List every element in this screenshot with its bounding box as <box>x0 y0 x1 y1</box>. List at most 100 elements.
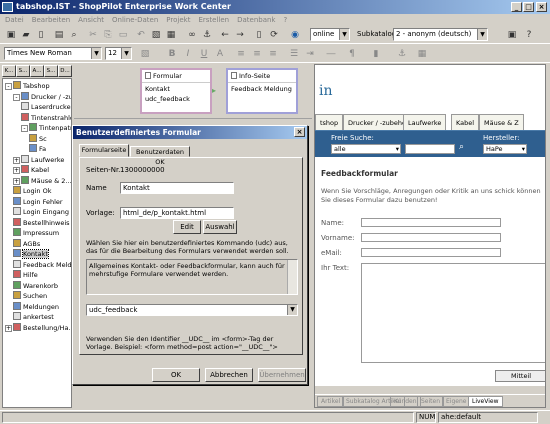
rule-icon[interactable]: ― <box>324 47 338 61</box>
preview-tab[interactable]: tshop <box>315 114 344 130</box>
vorlage-input[interactable]: html_de/p_kontakt.html <box>120 207 234 219</box>
minimize-button[interactable]: _ <box>511 2 522 12</box>
expander-icon[interactable]: + <box>13 177 20 185</box>
ok-button[interactable]: OK <box>152 368 200 382</box>
search-category-select[interactable]: alle ▾ <box>331 144 401 154</box>
tree-item[interactable]: Meldungen <box>13 301 59 312</box>
edit-button[interactable]: Edit <box>173 220 201 234</box>
expander-icon[interactable]: + <box>13 167 20 174</box>
globe-icon[interactable]: ◉ <box>288 28 302 42</box>
preview-tab[interactable]: Laufwerke <box>403 114 447 130</box>
italic-button[interactable]: I <box>181 47 195 61</box>
tree-item[interactable]: Impressum <box>13 228 59 238</box>
marker-icon[interactable]: ▮ <box>369 47 383 61</box>
tree-item[interactable]: + Kabel <box>13 165 49 175</box>
tree-item[interactable]: AGBs <box>13 238 40 249</box>
view-tab[interactable]: Seiten <box>417 396 445 407</box>
paste-icon[interactable]: ▭ <box>116 28 130 42</box>
expander-icon[interactable]: - <box>13 93 20 101</box>
tree-item[interactable]: Suchen <box>13 291 47 301</box>
table-icon[interactable]: ▦ <box>415 47 429 61</box>
tree-item[interactable]: + Bestellung/Ha... <box>5 322 71 333</box>
preview-vorname-input[interactable] <box>361 233 501 242</box>
tree-item[interactable]: Bestellhinweis <box>13 217 70 228</box>
preview-text-area[interactable] <box>361 263 545 363</box>
tree-item[interactable]: Warenkorb <box>13 280 58 291</box>
paragraph-icon[interactable]: ¶ <box>345 47 359 61</box>
view-tab[interactable]: Eigene <box>442 396 471 407</box>
tree-item[interactable]: Laserdrucker <box>21 102 71 112</box>
tree-item[interactable]: Login Eingang <box>13 207 69 217</box>
tab-formularseite[interactable]: Formularseite <box>79 144 129 157</box>
menu-item-5[interactable]: Erstellen <box>198 16 229 24</box>
save-icon[interactable]: ▣ <box>4 28 18 42</box>
new-icon[interactable]: ▯ <box>34 28 48 42</box>
view-tab[interactable]: Artikel <box>317 396 345 407</box>
anchor-icon[interactable]: ⚓ <box>200 28 214 42</box>
udc-select[interactable]: udc_feedback ▼ <box>86 304 298 316</box>
bold-button[interactable]: B <box>165 47 179 61</box>
align-left-icon[interactable]: ≡ <box>234 47 248 61</box>
tree-item[interactable]: + Laufwerke <box>13 154 64 165</box>
tree-tab-0[interactable]: K... <box>2 65 16 77</box>
cut-icon[interactable]: ✂ <box>86 28 100 42</box>
dialog-close-button[interactable]: × <box>294 127 305 137</box>
auswahl-button[interactable]: Auswahl <box>203 220 237 234</box>
menu-item-6[interactable]: Datenbank <box>237 16 275 24</box>
preview-submit-button[interactable]: Mitteil <box>495 370 545 382</box>
find-icon[interactable]: ⌕ <box>67 28 81 42</box>
close-window-button[interactable]: × <box>536 2 547 12</box>
tree-item[interactable]: Tintenstrahldrucker <box>21 112 71 123</box>
menu-item-4[interactable]: Projekt <box>166 16 190 24</box>
tree-item[interactable]: - Tintenpatronen <box>21 123 71 133</box>
preview-email-input[interactable] <box>361 248 501 257</box>
font-size-select[interactable]: 12 ▼ <box>105 47 132 60</box>
settings-icon[interactable]: ▣ <box>505 28 519 42</box>
menu-item-1[interactable]: Bearbeiten <box>32 16 70 24</box>
subkatalog-select[interactable]: 2 - anonym (deutsch) ▼ <box>393 28 488 41</box>
underline-button[interactable]: U <box>197 47 211 61</box>
link-icon[interactable]: ∞ <box>185 28 199 42</box>
indent-icon[interactable]: ⇥ <box>303 47 317 61</box>
back-icon[interactable]: ← <box>218 28 232 42</box>
menu-item-2[interactable]: Ansicht <box>78 16 104 24</box>
preview-tab[interactable]: Kabel <box>451 114 480 130</box>
flow-box-info[interactable]: Info-Seite Feedback Meldung <box>226 68 298 114</box>
menu-item-0[interactable]: Datei <box>5 16 24 24</box>
anchor-icon[interactable]: ⚓ <box>395 47 409 61</box>
refresh-icon[interactable]: ⟳ <box>267 28 281 42</box>
expander-icon[interactable]: - <box>21 125 28 132</box>
print-icon[interactable]: ▤ <box>52 28 66 42</box>
image-icon[interactable]: ▧ <box>149 28 163 42</box>
text-color-icon[interactable]: ▧ <box>138 47 152 61</box>
tree-item[interactable]: + Mäuse & 2... <box>13 175 71 186</box>
tree-item[interactable]: Login Fehler <box>13 196 63 207</box>
preview-hscrollbar[interactable] <box>315 386 545 394</box>
align-right-icon[interactable]: ≡ <box>266 47 280 61</box>
table-icon[interactable]: ▦ <box>164 28 178 42</box>
apply-button[interactable]: Übernehmen <box>258 368 306 382</box>
help-icon[interactable]: ? <box>522 28 536 42</box>
tree-tab-4[interactable]: D... <box>58 65 72 77</box>
tab-benutzerdaten-ok[interactable]: Benutzerdaten OK <box>130 146 190 166</box>
cancel-button[interactable]: Abbrechen <box>205 368 253 382</box>
tree-item[interactable]: Hilfe <box>13 270 38 280</box>
tree-item[interactable]: Kontakt <box>13 249 49 259</box>
search-input[interactable] <box>405 144 455 154</box>
manufacturer-select[interactable]: HaPe ▾ <box>483 144 527 154</box>
tree-item[interactable]: Feedback Meld... <box>13 259 71 270</box>
description-scrollbar[interactable] <box>287 260 297 294</box>
maximize-button[interactable]: □ <box>523 2 534 12</box>
mode-select[interactable]: online ▼ <box>310 28 350 41</box>
tree-item[interactable]: Login Ok <box>13 186 51 196</box>
tree-item[interactable]: ankertest <box>13 312 54 322</box>
menu-item-7[interactable]: ? <box>283 16 287 24</box>
page-icon[interactable]: ▯ <box>252 28 266 42</box>
search-icon[interactable]: ⌕ <box>459 142 464 152</box>
tree-tab-1[interactable]: S... <box>16 65 30 77</box>
font-style-button[interactable]: A <box>213 47 227 61</box>
preview-tab[interactable]: Mäuse & Z <box>479 114 524 130</box>
tree-tab-2[interactable]: A... <box>30 65 44 77</box>
align-center-icon[interactable]: ≡ <box>250 47 264 61</box>
tree-item[interactable]: - Drucker / -zubehör <box>13 91 71 102</box>
